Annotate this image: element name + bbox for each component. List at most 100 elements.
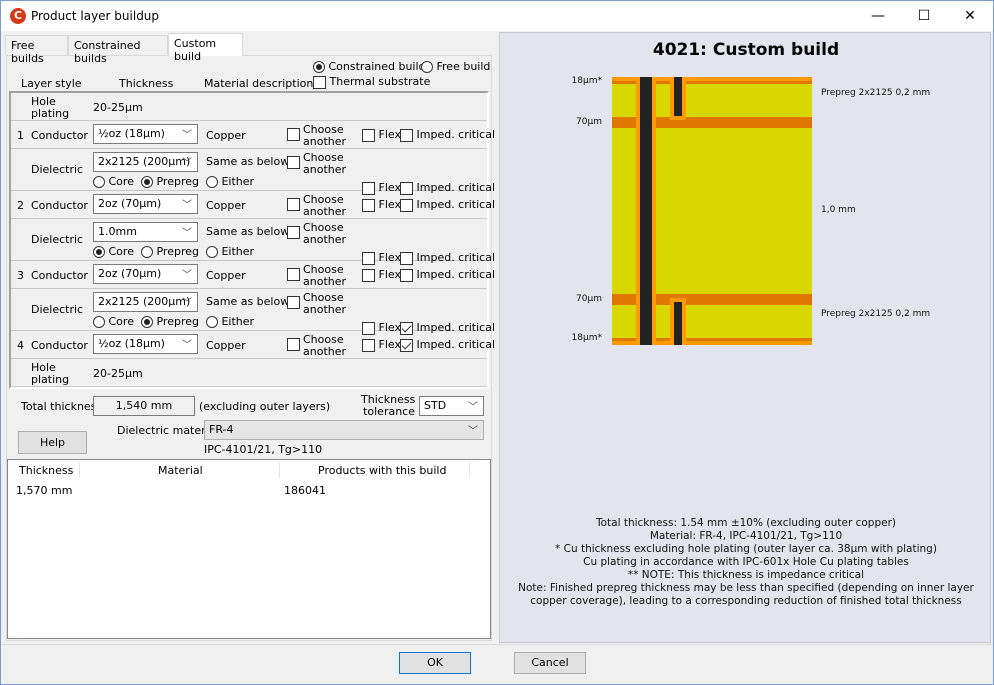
layer-style-label: Conductor xyxy=(31,339,88,352)
tolerance-select[interactable]: STD ﹀ xyxy=(419,396,484,416)
layer-style-label: Dielectric xyxy=(31,163,84,176)
imped-critical-checkbox[interactable]: Imped. critical xyxy=(400,198,495,212)
another-label: another xyxy=(303,275,347,288)
tolerance-value: STD xyxy=(424,399,447,412)
prepreg-radio[interactable]: Prepreg xyxy=(140,245,199,258)
blind-via-bottom-hole xyxy=(674,302,682,345)
tolerance-label-2: tolerance xyxy=(363,405,415,418)
tab-free-builds[interactable]: Free builds xyxy=(5,35,68,65)
core-label: Core xyxy=(108,175,134,188)
flex-checkbox[interactable]: Flex xyxy=(362,198,401,212)
dielectric-material-select[interactable]: FR-4 ﹀ xyxy=(204,420,484,440)
chevron-down-icon: ﹀ xyxy=(182,130,192,141)
flex-label: Flex xyxy=(378,128,401,141)
either-label: Either xyxy=(221,245,255,258)
thickness-value: ½oz (18µm) xyxy=(98,337,165,350)
imped-critical-checkbox[interactable]: Imped. critical xyxy=(400,338,495,352)
dielectric-thickness-select[interactable]: 1.0mm ﹀ xyxy=(93,222,198,242)
core-label: Core xyxy=(108,315,134,328)
material-description: Copper xyxy=(206,339,246,352)
chevron-down-icon: ﹀ xyxy=(468,402,478,413)
another-label: another xyxy=(303,163,347,176)
build-notes: Total thickness: 1.54 mm ±10% (excluding… xyxy=(500,517,992,608)
layer-number: 4 xyxy=(17,339,24,352)
cell-thickness: 1,570 mm xyxy=(16,484,73,497)
another-label: another xyxy=(303,135,347,148)
conductor-thickness-select[interactable]: ½oz (18µm) ﹀ xyxy=(93,334,198,354)
minimize-button[interactable]: — xyxy=(855,1,901,31)
flex-checkbox[interactable]: Flex xyxy=(362,338,401,352)
close-button[interactable]: ✕ xyxy=(947,1,993,31)
either-radio[interactable]: Either xyxy=(205,315,255,328)
thermal-substrate-checkbox[interactable]: Thermal substrate xyxy=(313,75,430,89)
app-icon: C xyxy=(10,8,26,24)
col-header-material[interactable]: Material xyxy=(158,464,203,477)
thickness-value: 2oz (70µm) xyxy=(98,267,162,280)
imped-critical-checkbox[interactable]: Imped. critical xyxy=(400,268,495,282)
hole-plating-value: 20-25µm xyxy=(93,101,143,114)
either-label: Either xyxy=(221,175,255,188)
chevron-down-icon: ﹀ xyxy=(182,340,192,351)
another-label: another xyxy=(303,233,347,246)
flex-checkbox[interactable]: Flex xyxy=(362,268,401,282)
either-radio[interactable]: Either xyxy=(205,245,255,258)
core-radio[interactable]: Core xyxy=(93,175,134,188)
label-top-copper: 18µm* xyxy=(571,76,602,86)
table-row[interactable]: 1,570 mm 186041 xyxy=(8,482,490,498)
another-label: another xyxy=(303,303,347,316)
conductor-thickness-select[interactable]: ½oz (18µm) ﹀ xyxy=(93,124,198,144)
window-title: Product layer buildup xyxy=(31,9,160,23)
material-description: Copper xyxy=(206,129,246,142)
preview-panel: 4021: Custom build 18µm* 70µm 70µm 18µm*… xyxy=(499,32,991,643)
ok-button[interactable]: OK xyxy=(399,652,471,674)
layer-row-conductor: 3 Conductor 2oz (70µm) ﹀ Copper Choose anot… xyxy=(11,261,495,289)
dielectric-thickness-select[interactable]: 2x2125 (200µm) ﹀ xyxy=(93,152,198,172)
another-label: another xyxy=(303,345,347,358)
layer-style-label: Conductor xyxy=(31,199,88,212)
either-label: Either xyxy=(221,315,255,328)
imped-label: Imped. critical xyxy=(416,338,496,351)
flex-checkbox[interactable]: Flex xyxy=(362,128,401,142)
label-inner-copper-2: 70µm xyxy=(576,294,602,304)
layer-row-conductor: 2 Conductor 2oz (70µm) ﹀ Copper Choose anot… xyxy=(11,191,495,219)
chevron-down-icon: ﹀ xyxy=(182,270,192,281)
layer-row-hole: Hole plating 20-25µm xyxy=(11,93,487,121)
material-description: Copper xyxy=(206,269,246,282)
core-radio[interactable]: Core xyxy=(93,315,134,328)
prepreg-radio[interactable]: Prepreg xyxy=(140,315,199,328)
core-radio[interactable]: Core xyxy=(93,245,134,258)
prepreg-label: Prepreg xyxy=(156,315,199,328)
label-prepreg-top: Prepreg 2x2125 0,2 mm xyxy=(821,88,931,98)
blind-via-top-hole xyxy=(674,77,682,116)
constrained-build-radio[interactable]: Constrained build xyxy=(313,60,426,73)
col-header-thickness[interactable]: Thickness xyxy=(19,464,73,477)
either-radio[interactable]: Either xyxy=(205,175,255,188)
layer-row-conductor: 1 Conductor ½oz (18µm) ﹀ Copper Choose anot… xyxy=(11,121,495,149)
free-build-radio[interactable]: Free build xyxy=(421,60,490,73)
another-label: another xyxy=(303,205,347,218)
layer-style-label: Dielectric xyxy=(31,303,84,316)
cell-products: 186041 xyxy=(284,484,326,497)
conductor-thickness-select[interactable]: 2oz (70µm) ﹀ xyxy=(93,264,198,284)
material-description: Same as below xyxy=(206,225,290,238)
col-header-products[interactable]: Products with this build xyxy=(318,464,446,477)
dielectric-thickness-select[interactable]: 2x2125 (200µm) ﹀ xyxy=(93,292,198,312)
cancel-button[interactable]: Cancel xyxy=(514,652,586,674)
layer-number: 2 xyxy=(17,199,24,212)
imped-critical-checkbox[interactable]: Imped. critical xyxy=(400,128,495,142)
dielectric-spec: IPC-4101/21, Tg>110 xyxy=(204,443,323,456)
thickness-value: 2x2125 (200µm) xyxy=(98,295,191,308)
help-button[interactable]: Help xyxy=(18,431,87,454)
dielectric-value: FR-4 xyxy=(209,423,234,436)
layer-row-dielectric: Dielectric 2x2125 (200µm) ﹀ Same as below… xyxy=(11,149,495,195)
material-description: Same as below xyxy=(206,155,290,168)
conductor-thickness-select[interactable]: 2oz (70µm) ﹀ xyxy=(93,194,198,214)
builds-table[interactable]: Thickness Material Products with this bu… xyxy=(7,459,491,639)
prepreg-radio[interactable]: Prepreg xyxy=(140,175,199,188)
material-description: Copper xyxy=(206,199,246,212)
chevron-down-icon: ﹀ xyxy=(182,228,192,239)
thickness-value: 2oz (70µm) xyxy=(98,197,162,210)
tab-custom-build[interactable]: Custom build xyxy=(168,33,243,63)
tab-constrained-builds[interactable]: Constrained builds xyxy=(68,35,168,65)
maximize-button[interactable]: ☐ xyxy=(901,1,947,31)
